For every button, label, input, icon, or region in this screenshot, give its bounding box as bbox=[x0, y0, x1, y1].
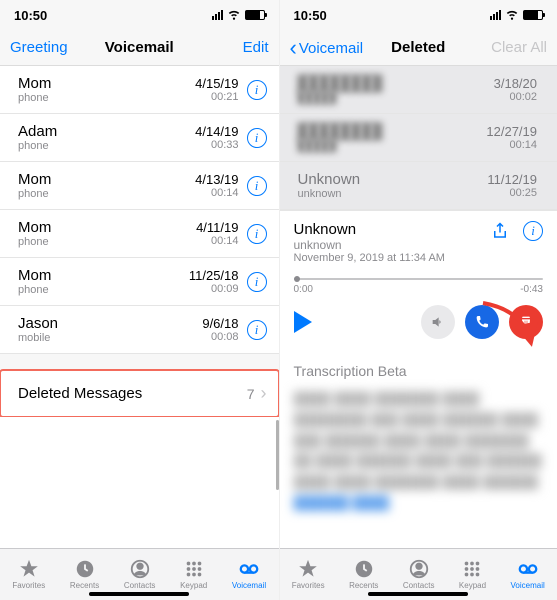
vm-duration: 00:21 bbox=[211, 91, 239, 103]
navbar: Voicemail Deleted Clear All bbox=[280, 30, 557, 66]
star-icon bbox=[296, 558, 320, 580]
caller-name: Mom bbox=[18, 75, 195, 92]
player-date: November 9, 2019 at 11:34 AM bbox=[294, 252, 492, 264]
status-time: 10:50 bbox=[14, 8, 47, 23]
deleted-count: 7 bbox=[247, 386, 255, 402]
info-icon[interactable]: i bbox=[247, 128, 267, 148]
delete-button[interactable] bbox=[509, 305, 543, 339]
navbar: Greeting Voicemail Edit bbox=[0, 30, 279, 66]
status-bar: 10:50 bbox=[280, 0, 557, 30]
tab-voicemail[interactable]: Voicemail bbox=[232, 558, 266, 590]
vm-date: 4/15/19 bbox=[195, 76, 238, 91]
share-icon[interactable] bbox=[491, 221, 509, 241]
voicemail-list: Momphone 4/15/1900:21 i Adamphone 4/14/1… bbox=[0, 66, 279, 354]
status-bar: 10:50 bbox=[0, 0, 279, 30]
greeting-button[interactable]: Greeting bbox=[10, 39, 68, 56]
clock-icon bbox=[73, 558, 97, 580]
deleted-row[interactable]: █████████████ 12/27/1900:14 bbox=[280, 114, 557, 162]
home-indicator bbox=[368, 592, 468, 596]
back-button[interactable]: Voicemail bbox=[290, 35, 364, 61]
edit-button[interactable]: Edit bbox=[243, 39, 269, 56]
info-icon[interactable]: i bbox=[247, 224, 267, 244]
deleted-row[interactable]: █████████████ 3/18/2000:02 bbox=[280, 66, 557, 114]
contact-icon bbox=[407, 558, 431, 580]
player-caller-name: Unknown bbox=[294, 221, 492, 238]
speaker-button[interactable] bbox=[421, 305, 455, 339]
caller-sub: phone bbox=[18, 92, 195, 104]
signal-icon bbox=[490, 10, 501, 20]
deleted-row[interactable]: Unknownunknown 11/12/1900:25 bbox=[280, 162, 557, 210]
info-icon[interactable]: i bbox=[247, 272, 267, 292]
status-time: 10:50 bbox=[294, 8, 327, 23]
clock-icon bbox=[352, 558, 376, 580]
deleted-label: Deleted Messages bbox=[18, 385, 142, 402]
tab-recents[interactable]: Recents bbox=[349, 558, 378, 590]
transcription-panel: Transcription Beta ████ ████ ███████ ███… bbox=[280, 351, 557, 548]
status-indicators bbox=[212, 7, 265, 24]
tab-favorites[interactable]: Favorites bbox=[12, 558, 45, 590]
voicemail-row[interactable]: Jasonmobile 9/6/1800:08 i bbox=[0, 306, 279, 354]
voicemail-row[interactable]: Momphone 4/15/1900:21 i bbox=[0, 66, 279, 114]
tab-keypad[interactable]: Keypad bbox=[459, 558, 486, 590]
keypad-icon bbox=[460, 558, 484, 580]
voicemail-icon bbox=[516, 558, 540, 580]
playback-track[interactable] bbox=[294, 278, 544, 280]
deleted-messages-row[interactable]: Deleted Messages 7 › bbox=[0, 370, 279, 417]
wifi-icon bbox=[227, 7, 241, 24]
contact-icon bbox=[128, 558, 152, 580]
battery-icon bbox=[523, 10, 543, 20]
voicemail-row[interactable]: Adamphone 4/14/1900:33 i bbox=[0, 114, 279, 162]
transcription-label: Transcription Beta bbox=[294, 363, 544, 379]
keypad-icon bbox=[182, 558, 206, 580]
voicemail-player: Unknown unknown November 9, 2019 at 11:3… bbox=[280, 210, 557, 351]
player-caller-sub: unknown bbox=[294, 238, 492, 252]
chevron-right-icon: › bbox=[261, 383, 267, 404]
playback-knob[interactable] bbox=[294, 276, 300, 282]
info-icon[interactable]: i bbox=[523, 221, 543, 241]
info-icon[interactable]: i bbox=[247, 80, 267, 100]
voicemail-screen: 10:50 Greeting Voicemail Edit Momphone 4… bbox=[0, 0, 279, 600]
clear-all-button[interactable]: Clear All bbox=[491, 39, 547, 56]
time-elapsed: 0:00 bbox=[294, 284, 313, 295]
battery-icon bbox=[245, 10, 265, 20]
signal-icon bbox=[212, 10, 223, 20]
info-icon[interactable]: i bbox=[247, 176, 267, 196]
tab-favorites[interactable]: Favorites bbox=[292, 558, 325, 590]
transcription-body: ████ ████ ███████ ████ ████████ ███ ████… bbox=[294, 389, 544, 514]
tab-recents[interactable]: Recents bbox=[70, 558, 99, 590]
tab-contacts[interactable]: Contacts bbox=[403, 558, 435, 590]
voicemail-row[interactable]: Momphone 11/25/1800:09 i bbox=[0, 258, 279, 306]
deleted-screen: 10:50 Voicemail Deleted Clear All ██████… bbox=[279, 0, 557, 600]
call-button[interactable] bbox=[465, 305, 499, 339]
star-icon bbox=[17, 558, 41, 580]
home-indicator bbox=[89, 592, 189, 596]
tab-keypad[interactable]: Keypad bbox=[180, 558, 207, 590]
time-remaining: -0:43 bbox=[520, 284, 543, 295]
tab-voicemail[interactable]: Voicemail bbox=[511, 558, 545, 590]
deleted-list: █████████████ 3/18/2000:02 █████████████… bbox=[280, 66, 557, 210]
play-button[interactable] bbox=[294, 311, 312, 333]
wifi-icon bbox=[505, 7, 519, 24]
info-icon[interactable]: i bbox=[247, 320, 267, 340]
voicemail-row[interactable]: Momphone 4/13/1900:14 i bbox=[0, 162, 279, 210]
voicemail-icon bbox=[237, 558, 261, 580]
tab-contacts[interactable]: Contacts bbox=[124, 558, 156, 590]
voicemail-row[interactable]: Momphone 4/11/1900:14 i bbox=[0, 210, 279, 258]
